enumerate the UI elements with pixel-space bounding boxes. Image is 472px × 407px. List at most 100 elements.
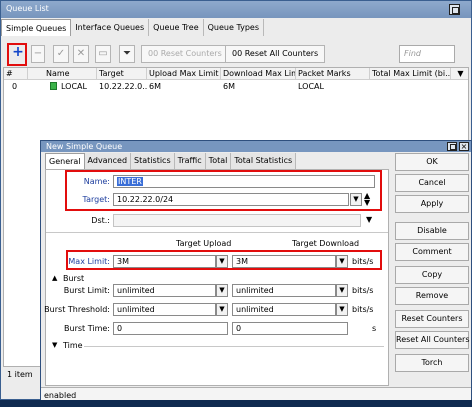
reset-counters-button[interactable]: Reset Counters bbox=[395, 310, 469, 328]
tab-interface-queues[interactable]: Interface Queues bbox=[71, 19, 150, 36]
burst-time-label: Burst Time: bbox=[64, 324, 110, 333]
column-download-max-limit[interactable]: Download Max Limit bbox=[221, 68, 296, 80]
add-button-highlight bbox=[7, 43, 27, 66]
queue-list-title: Queue List bbox=[1, 1, 471, 18]
close-icon[interactable]: × bbox=[459, 142, 469, 151]
tab-total-statistics[interactable]: Total Statistics bbox=[231, 153, 297, 169]
name-value: INTER bbox=[117, 177, 143, 186]
dst-label: Dst.: bbox=[91, 216, 110, 225]
comment-button[interactable]: Comment bbox=[395, 243, 469, 261]
minus-icon: − bbox=[33, 48, 43, 59]
comment-icon: ▭ bbox=[98, 48, 108, 59]
row-packet-marks: LOCAL bbox=[298, 82, 324, 91]
target-download-header: Target Download bbox=[292, 239, 360, 248]
comment-button[interactable]: ▭ bbox=[95, 45, 111, 63]
dst-dropdown-icon[interactable]: ▼ bbox=[366, 215, 372, 224]
name-input[interactable]: INTER bbox=[113, 175, 375, 188]
time-expand-icon[interactable]: ▼ bbox=[52, 341, 57, 349]
row-number: 0 bbox=[12, 82, 18, 91]
max-limit-download-dropdown-icon[interactable]: ▼ bbox=[336, 255, 348, 268]
tab-statistics[interactable]: Statistics bbox=[131, 153, 175, 169]
row-name: LOCAL bbox=[61, 82, 87, 91]
cross-icon: ✕ bbox=[76, 48, 86, 59]
column-menu-icon[interactable]: ▼ bbox=[451, 68, 468, 80]
row-target: 10.22.22.0... bbox=[99, 82, 147, 91]
enable-button[interactable]: ✓ bbox=[53, 45, 69, 63]
tab-traffic[interactable]: Traffic bbox=[174, 153, 206, 169]
column-total-max-limit[interactable]: Total Max Limit (bi... bbox=[370, 68, 451, 80]
cancel-button[interactable]: Cancel bbox=[395, 174, 469, 192]
max-limit-label: Max Limit: bbox=[68, 257, 110, 266]
max-limit-download-input[interactable]: 3M bbox=[232, 255, 336, 268]
burst-threshold-download-input[interactable]: unlimited bbox=[232, 303, 336, 316]
torch-button[interactable]: Torch bbox=[395, 354, 469, 372]
burst-limit-unit: bits/s bbox=[352, 286, 374, 295]
burst-limit-upload-dropdown-icon[interactable]: ▼ bbox=[216, 284, 228, 297]
column-packet-marks[interactable]: Packet Marks bbox=[296, 68, 370, 80]
copy-button[interactable]: Copy bbox=[395, 266, 469, 284]
burst-collapse-icon[interactable]: ▲ bbox=[52, 274, 57, 282]
burst-time-download-input[interactable]: 0 bbox=[232, 322, 348, 335]
general-form: Name: INTER Target: 10.22.22.0/24 ▼ ▲ ▼ D… bbox=[44, 169, 389, 386]
max-limit-upload-dropdown-icon[interactable]: ▼ bbox=[216, 255, 228, 268]
target-upload-header: Target Upload bbox=[176, 239, 232, 248]
column-upload-max-limit[interactable]: Upload Max Limit bbox=[147, 68, 221, 80]
table-header: # Name Target Upload Max Limit Download … bbox=[4, 68, 468, 80]
time-divider bbox=[84, 346, 384, 347]
column-number[interactable]: # bbox=[4, 68, 28, 80]
tab-queue-types[interactable]: Queue Types bbox=[204, 19, 264, 36]
reset-all-counters-button[interactable]: 00 Reset All Counters bbox=[225, 45, 326, 63]
queue-list-tabs: Simple Queues Interface Queues Queue Tre… bbox=[1, 19, 264, 36]
maximize-icon[interactable] bbox=[449, 4, 460, 15]
row-download: 6M bbox=[223, 82, 235, 91]
apply-button[interactable]: Apply bbox=[395, 195, 469, 213]
burst-time-upload-input[interactable]: 0 bbox=[113, 322, 228, 335]
target-dropdown-icon[interactable]: ▼ bbox=[350, 193, 362, 206]
max-limit-unit: bits/s bbox=[352, 257, 374, 266]
ok-button[interactable]: OK bbox=[395, 153, 469, 171]
disable-button[interactable]: Disable bbox=[395, 222, 469, 240]
column-name[interactable]: Name bbox=[44, 68, 97, 80]
burst-limit-upload-input[interactable]: unlimited bbox=[113, 284, 216, 297]
burst-limit-download-dropdown-icon[interactable]: ▼ bbox=[336, 284, 348, 297]
tab-total[interactable]: Total bbox=[205, 153, 232, 169]
target-updown-icon[interactable]: ▲ ▼ bbox=[364, 192, 370, 207]
reset-all-counters-button[interactable]: Reset All Counters bbox=[395, 331, 470, 349]
tab-simple-queues[interactable]: Simple Queues bbox=[1, 19, 72, 36]
row-upload: 6M bbox=[149, 82, 161, 91]
max-limit-upload-input[interactable]: 3M bbox=[113, 255, 216, 268]
dst-input[interactable] bbox=[113, 214, 361, 227]
name-label: Name: bbox=[83, 177, 110, 186]
filter-icon: ⏷ bbox=[123, 48, 131, 59]
burst-limit-download-input[interactable]: unlimited bbox=[232, 284, 336, 297]
burst-threshold-upload-dropdown-icon[interactable]: ▼ bbox=[216, 303, 228, 316]
target-input[interactable]: 10.22.22.0/24 bbox=[113, 193, 349, 206]
burst-threshold-label: Burst Threshold: bbox=[44, 305, 110, 314]
remove-button[interactable]: Remove bbox=[395, 287, 469, 305]
burst-threshold-unit: bits/s bbox=[352, 305, 374, 314]
remove-button[interactable]: − bbox=[31, 45, 45, 63]
new-queue-tabs: General Advanced Statistics Traffic Tota… bbox=[45, 153, 297, 169]
filter-button[interactable]: ⏷ bbox=[119, 45, 135, 63]
find-input[interactable]: Find bbox=[399, 45, 455, 63]
tab-queue-tree[interactable]: Queue Tree bbox=[149, 19, 204, 36]
row-total bbox=[370, 81, 451, 92]
divider bbox=[46, 232, 388, 233]
item-count: 1 item bbox=[7, 370, 33, 379]
tab-general[interactable]: General bbox=[45, 153, 85, 169]
burst-threshold-download-dropdown-icon[interactable]: ▼ bbox=[336, 303, 348, 316]
disable-button[interactable]: ✕ bbox=[73, 45, 89, 63]
reset-counters-button[interactable]: 00 Reset Counters bbox=[141, 45, 229, 63]
new-simple-queue-window: New Simple Queue × General Advanced Stat… bbox=[40, 140, 472, 402]
tab-advanced[interactable]: Advanced bbox=[84, 153, 132, 169]
burst-time-unit: s bbox=[372, 324, 377, 333]
target-label: Target: bbox=[82, 195, 110, 204]
time-section-label: Time bbox=[63, 341, 83, 350]
check-icon: ✓ bbox=[56, 48, 66, 59]
desktop-background bbox=[0, 400, 472, 407]
burst-threshold-upload-input[interactable]: unlimited bbox=[113, 303, 216, 316]
column-target[interactable]: Target bbox=[97, 68, 147, 80]
maximize-icon[interactable] bbox=[447, 142, 457, 151]
burst-limit-label: Burst Limit: bbox=[63, 286, 110, 295]
burst-section-label: Burst bbox=[63, 274, 85, 283]
